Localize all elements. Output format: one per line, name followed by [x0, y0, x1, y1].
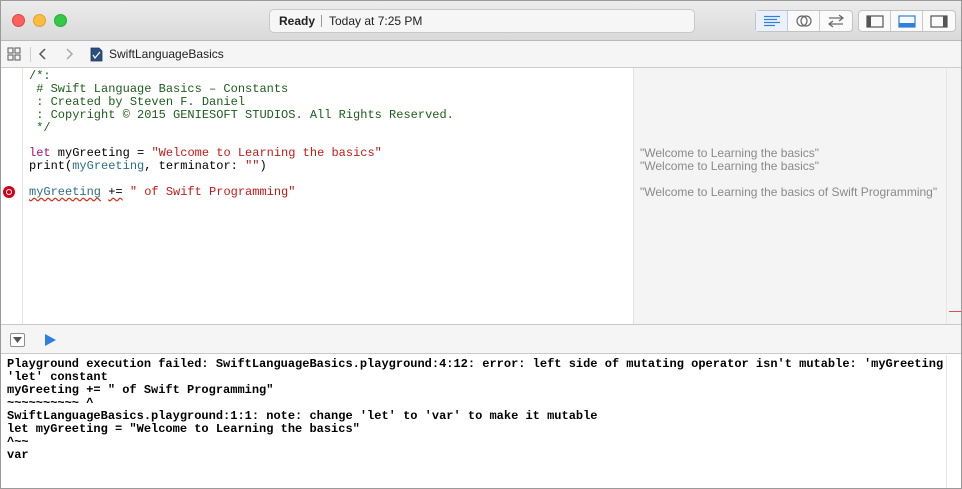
keyword-token: let: [29, 146, 51, 160]
minimize-window-button[interactable]: [33, 14, 46, 27]
console-line: myGreeting += " of Swift Programming": [7, 383, 274, 397]
status-time: Today at 7:25 PM: [329, 14, 423, 28]
debug-area-toggle-icon: [897, 14, 916, 28]
playground-file-icon: [90, 47, 103, 61]
identifier-token: myGreeting: [72, 159, 145, 173]
string-token: " of Swift Programming": [122, 185, 296, 199]
debug-bar: [1, 324, 961, 354]
error-scroll-marker: [949, 311, 961, 312]
debug-area-toggle-button[interactable]: [891, 11, 923, 31]
results-sidebar: "Welcome to Learning the basics" "Welcom…: [633, 68, 946, 324]
operator-token: +=: [108, 185, 123, 199]
console-output[interactable]: Playground execution failed: SwiftLangua…: [1, 355, 962, 488]
error-identifier-token: myGreeting: [29, 185, 102, 199]
result-value[interactable]: "Welcome to Learning the basics of Swift…: [640, 186, 937, 199]
navigator-toggle-button[interactable]: [859, 11, 891, 31]
jump-bar: SwiftLanguageBasics: [1, 41, 961, 68]
editor-mode-control: [755, 10, 853, 32]
status-divider: [321, 15, 322, 27]
grid-icon: [7, 47, 21, 61]
standard-editor-icon: [763, 15, 780, 27]
breadcrumb-file-label: SwiftLanguageBasics: [109, 47, 224, 61]
zoom-window-button[interactable]: [54, 14, 67, 27]
title-bar: Ready Today at 7:25 PM: [1, 1, 961, 41]
triangle-down-icon: [13, 336, 22, 343]
go-forward-button[interactable]: [64, 41, 74, 67]
utilities-toggle-button[interactable]: [923, 11, 955, 31]
console-scrollbar[interactable]: [946, 355, 961, 488]
go-back-button[interactable]: [38, 41, 48, 67]
jump-bar-divider: [30, 47, 31, 62]
string-token: "": [245, 159, 260, 173]
identifier-token: myGreeting =: [50, 146, 152, 160]
code-line: : Copyright © 2015 GENIESOFT STUDIOS. Al…: [29, 108, 454, 122]
console-line: var: [7, 448, 29, 462]
console-line: ^~~: [7, 435, 29, 449]
error-marker-icon[interactable]: [3, 186, 15, 198]
run-playground-icon[interactable]: [43, 333, 57, 347]
result-value[interactable]: "Welcome to Learning the basics": [640, 160, 819, 173]
activity-status-display: Ready Today at 7:25 PM: [269, 9, 695, 33]
console-line: Playground execution failed: SwiftLangua…: [7, 357, 962, 371]
paren-token: ): [259, 159, 267, 173]
close-window-button[interactable]: [12, 14, 25, 27]
xcode-playground-window: Ready Today at 7:25 PM SwiftLanguageBasi…: [0, 0, 962, 489]
chevron-right-icon: [66, 48, 74, 60]
source-editor[interactable]: /*: # Swift Language Basics – Constants …: [1, 68, 961, 324]
related-items-button[interactable]: [7, 41, 21, 67]
status-state: Ready: [279, 14, 316, 28]
hide-debug-area-button[interactable]: [10, 333, 25, 347]
code-area[interactable]: /*: # Swift Language Basics – Constants …: [29, 68, 633, 324]
argument-token: , terminator:: [144, 159, 246, 173]
utilities-toggle-icon: [930, 14, 948, 28]
assistant-editor-button[interactable]: [788, 11, 820, 31]
standard-editor-button[interactable]: [756, 11, 788, 31]
code-line: */: [29, 121, 51, 135]
version-editor-button[interactable]: [820, 11, 852, 31]
navigator-toggle-icon: [865, 14, 884, 28]
assistant-editor-icon: [795, 15, 812, 27]
code-line: myGreeting += " of Swift Programming": [29, 186, 295, 199]
editor-scrollbar[interactable]: [946, 68, 961, 324]
view-toggle-control: [858, 10, 956, 32]
code-line: print(myGreeting, terminator: ""): [29, 160, 267, 173]
version-editor-icon: [828, 14, 844, 28]
breadcrumb-file[interactable]: SwiftLanguageBasics: [90, 41, 224, 67]
string-token: "Welcome to Learning the basics": [151, 146, 382, 160]
line-gutter: [1, 68, 23, 324]
console-line: let myGreeting = "Welcome to Learning th…: [7, 422, 360, 436]
chevron-left-icon: [38, 48, 46, 60]
function-token: print(: [29, 159, 73, 173]
